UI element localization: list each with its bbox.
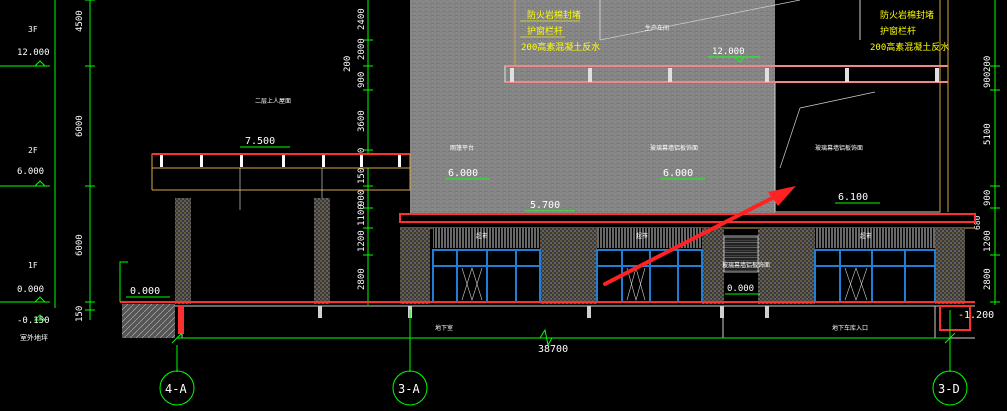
storefront-3 [814, 228, 936, 303]
level-2f: 2F [28, 146, 38, 155]
dim-900-c: 900 [357, 190, 367, 206]
axis-label-3-a: 3-A [398, 382, 420, 396]
note-wall-2: 200高素混凝土反水 [870, 41, 949, 53]
upper-brick-wall [410, 0, 775, 218]
elevation-0-mid: 0.000 [727, 284, 754, 294]
mid-facade-label: 玻璃幕墙铝板饰面 [722, 261, 770, 269]
dim-right-200: 200 [983, 56, 993, 72]
elevation-0: 0.000 [17, 285, 44, 295]
dim-right-900: 900 [983, 72, 993, 88]
outdoor-ground-label: 室外地坪 [20, 333, 48, 342]
dim-200: 200 [343, 56, 353, 72]
shop-label-2: 超市 [636, 232, 648, 240]
elevation-drawing: 3F 12.000 2F 6.000 1F 0.000 -0.150 室外地坪 … [0, 0, 1000, 406]
dim-6000-upper: 6000 [75, 115, 85, 137]
total-dimension-38700: 38700 [538, 344, 568, 355]
left-elevation-marks [33, 60, 47, 321]
elevation-12: 12.000 [17, 48, 50, 58]
dim-900: 900 [357, 72, 367, 88]
elevation-5-7: 5.700 [530, 200, 560, 211]
dim-right-5100: 5100 [983, 123, 993, 145]
label-facade-2: 玻璃幕墙铝板饰面 [815, 144, 863, 152]
elevation-minus-015: -0.150 [17, 316, 50, 326]
elevation-6-a: 6.000 [448, 168, 478, 179]
axis-bubble-4-a: 4-A [159, 370, 195, 406]
dim-3600: 3600 [357, 110, 367, 132]
dim-6000-lower: 6000 [75, 234, 85, 256]
dim-1200: 1200 [357, 230, 367, 252]
dim-2800: 2800 [357, 268, 367, 290]
elevation-6-b: 6.000 [663, 168, 693, 179]
axis-bubble-3-d: 3-D [932, 370, 968, 406]
label-mid-top: 生产车间 [645, 24, 669, 32]
basement-posts [318, 306, 769, 318]
axis-bubble-3-a: 3-A [392, 370, 428, 406]
shop-label-3: 超市 [860, 232, 872, 240]
dim-right-1200: 1200 [983, 230, 993, 252]
basement-label-1: 地下室 [435, 324, 453, 332]
level-3f: 3F [28, 25, 38, 34]
storefront-2 [596, 228, 703, 303]
dim-right-900-b: 900 [983, 190, 993, 206]
elevation-12-mid: 12.000 [712, 47, 745, 57]
axis-label-3-d: 3-D [938, 382, 960, 396]
dim-1100: 1100 [357, 204, 367, 226]
axis-label-4-a: 4-A [165, 382, 187, 396]
note-railing-2: 护窗栏杆 [880, 25, 916, 37]
canopy-elevation: 7.500 [245, 136, 275, 147]
note-railing-1: 护窗栏杆 [527, 25, 563, 37]
floor-2-slab [399, 213, 976, 223]
dim-right-2800: 2800 [983, 268, 993, 290]
axis-lines [176, 362, 951, 372]
elevation-0-left: 0.000 [130, 286, 160, 297]
label-facade-1: 玻璃幕墙铝板饰面 [650, 144, 698, 152]
elevation-minus-1-2: -1.200 [958, 310, 994, 321]
elevation-6: 6.000 [17, 167, 44, 177]
note-fire-2: 防火岩棉封堵 [880, 9, 934, 21]
dim-4500: 4500 [75, 10, 85, 32]
basement-outline [181, 306, 975, 339]
bottom-dimension [171, 310, 956, 372]
elevation-6-1: 6.100 [838, 192, 868, 203]
shop-label-1: 超市 [476, 232, 488, 240]
dim-2000: 2000 [357, 38, 367, 60]
note-wall-1: 200高素混凝土反水 [521, 41, 600, 53]
level-1f: 1F [28, 261, 38, 270]
right-dimension-chain [990, 0, 1000, 305]
note-fire-1: 防火岩棉封堵 [527, 9, 581, 21]
dim-2400: 2400 [357, 8, 367, 30]
canopy-slab [151, 153, 411, 169]
ground-hatch [122, 304, 175, 338]
basement-label-2: 地下车库入口 [832, 324, 868, 332]
label-canopy-platform: 雨篷平台 [450, 144, 474, 152]
dim-150: 150 [75, 306, 85, 322]
roof-garden-label: 二层上人屋面 [255, 97, 291, 105]
